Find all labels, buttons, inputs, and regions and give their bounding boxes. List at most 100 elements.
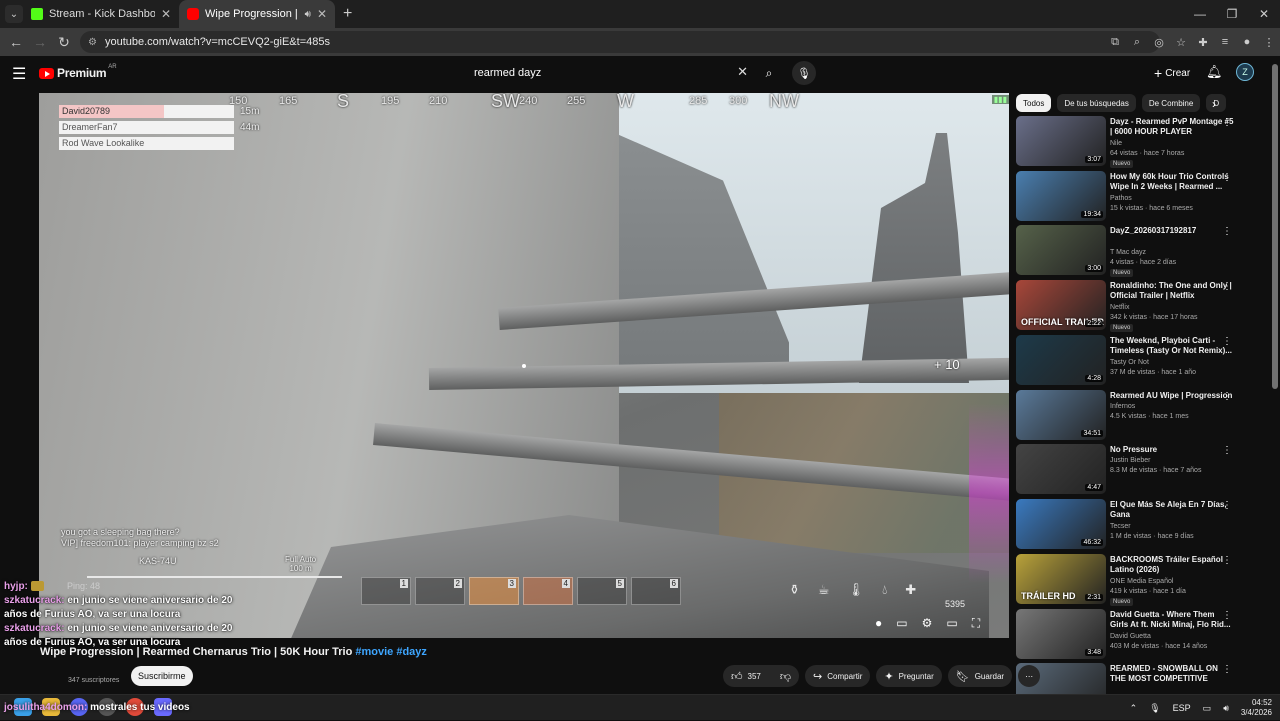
back-icon[interactable]: ← xyxy=(4,34,28,50)
tab-kick-dashboard[interactable]: Stream - Kick Dashboard ✕ xyxy=(23,0,179,28)
tab-youtube-video[interactable]: Wipe Progression | Rearmed 🔊︎ ✕ xyxy=(179,0,335,28)
theater-mode-icon[interactable]: ▭ xyxy=(946,616,957,631)
subscribe-button[interactable]: Suscribirme xyxy=(131,666,193,686)
hashtags[interactable]: #movie #dayz xyxy=(355,646,427,658)
mic-tray-icon[interactable]: 🎙︎ xyxy=(1149,703,1160,714)
like-button[interactable]: 👍︎ 357 👎︎ xyxy=(723,665,800,687)
recommendation-item[interactable]: 4:47 No Pressure Justin Bieber 8.3 M de vis… xyxy=(1016,444,1270,499)
channel-name[interactable]: T Mac dayz xyxy=(1110,249,1146,256)
filter-chip[interactable]: De tus búsquedas xyxy=(1057,94,1136,112)
more-options-icon[interactable]: ⋮ xyxy=(1222,610,1232,621)
share-button[interactable]: ↪ Compartir xyxy=(805,665,871,687)
extensions-icon[interactable]: ✚ xyxy=(1192,36,1214,49)
network-icon[interactable]: ▭ xyxy=(1203,703,1212,714)
settings-gear-icon[interactable]: ⚙ xyxy=(922,616,933,631)
avatar[interactable]: Z xyxy=(1236,63,1254,81)
fps-indicator: ▮▮▮ xyxy=(991,95,1009,104)
video-thumbnail[interactable]: 3:07 xyxy=(1016,116,1106,166)
reading-list-icon[interactable]: ≡ xyxy=(1214,36,1236,48)
create-button[interactable]: + Crear xyxy=(1154,65,1190,81)
more-options-icon[interactable]: ⋮ xyxy=(1222,117,1232,128)
video-thumbnail[interactable]: 34:51 xyxy=(1016,389,1106,440)
channel-name[interactable]: ONE Media Español xyxy=(1110,578,1173,585)
restore-icon[interactable]: ❐ xyxy=(1216,0,1248,28)
more-options-icon[interactable]: ⋮ xyxy=(1222,336,1232,347)
video-player[interactable]: 150 165 S 195 210 SW 240 255 W 285 300 NW ▮▮▮ David… xyxy=(39,93,1009,638)
filter-chip[interactable]: Todos xyxy=(1016,94,1052,112)
tab-search-button[interactable]: ⌄ xyxy=(5,5,23,23)
more-options-icon[interactable]: ⋮ xyxy=(1222,445,1232,456)
forward-icon[interactable]: → xyxy=(28,34,52,50)
reload-icon[interactable]: ↻ xyxy=(52,34,76,51)
more-options-icon[interactable]: ⋮ xyxy=(1222,500,1232,511)
subtitles-icon[interactable]: ▭ xyxy=(896,616,907,631)
recommendation-item[interactable]: OFFICIAL TRAILER 2:22 Ronaldinho: The One … xyxy=(1016,280,1270,335)
ask-button[interactable]: ✦ Preguntar xyxy=(876,665,942,687)
video-thumbnail[interactable]: 3:48 xyxy=(1016,608,1106,659)
site-info-icon[interactable]: ⚙ xyxy=(88,37,97,48)
recommendation-item[interactable]: 4:28 The Weeknd, Playboi Carti - Timeless… xyxy=(1016,334,1270,390)
channel-name[interactable]: Pathos xyxy=(1110,195,1132,202)
search-input[interactable]: rearmed dayz ✕ xyxy=(466,62,756,84)
channel-name[interactable]: Tecser xyxy=(1110,523,1131,530)
menu-icon[interactable]: ☰ xyxy=(12,64,26,84)
speaker-icon[interactable]: 🔊︎ xyxy=(305,9,311,20)
recommendation-item[interactable]: TRÁILER HD 2:31 BACKROOMS Tráiler Español … xyxy=(1016,553,1270,609)
video-thumbnail[interactable]: 4:47 xyxy=(1016,444,1106,495)
recommendation-item[interactable]: 3:00 DayZ_20260317192817 T Mac dayz 4 vista… xyxy=(1016,225,1270,280)
browser-menu-icon[interactable]: ⋮ xyxy=(1258,36,1280,49)
channel-name[interactable]: David Guetta xyxy=(1110,633,1151,640)
install-app-icon[interactable]: ⧉ xyxy=(1104,36,1126,49)
more-options-icon[interactable]: ⋮ xyxy=(1222,281,1232,292)
video-thumbnail[interactable]: 3:00 xyxy=(1016,225,1106,276)
more-options-icon[interactable]: ⋮ xyxy=(1222,172,1232,183)
search-button[interactable]: ⌕ xyxy=(756,62,782,84)
video-thumbnail[interactable]: OFFICIAL TRAILER 2:22 xyxy=(1016,280,1106,331)
recommendation-item[interactable]: 34:51 Rearmed AU Wipe | Progression Infern… xyxy=(1016,389,1270,445)
more-options-icon[interactable]: ⋮ xyxy=(1222,226,1232,237)
channel-name[interactable]: Tasty Or Not xyxy=(1110,359,1149,366)
channel-name[interactable]: Infernos xyxy=(1110,403,1135,410)
close-window-icon[interactable]: ✕ xyxy=(1248,0,1280,28)
recommendation-item[interactable]: 3:48 David Guetta - Where Them Girls At f… xyxy=(1016,608,1270,664)
chevron-right-icon[interactable]: › xyxy=(1212,97,1216,111)
chevron-up-icon[interactable]: ⌃ xyxy=(1130,703,1138,714)
channel-name[interactable]: Netflix xyxy=(1110,304,1129,311)
youtube-premium-logo[interactable]: Premium AR xyxy=(39,64,117,80)
minimize-icon[interactable]: — xyxy=(1184,0,1216,28)
scrollbar[interactable] xyxy=(1272,64,1278,389)
clear-search-icon[interactable]: ✕ xyxy=(737,64,748,80)
autoplay-toggle-icon[interactable]: ● xyxy=(875,616,882,631)
more-options-icon[interactable]: ⋮ xyxy=(1222,555,1232,566)
recommendation-item[interactable]: 19:34 How My 60k Hour Trio Controls Wipe … xyxy=(1016,170,1270,226)
recommendation-item[interactable]: 3:07 Dayz - Rearmed PvP Montage #5 | 6000… xyxy=(1016,116,1270,171)
channel-name[interactable]: Nile xyxy=(1110,140,1122,147)
new-tab-button[interactable]: + xyxy=(343,5,352,23)
clock[interactable]: 04:52 3/4/2026 xyxy=(1241,698,1272,718)
fullscreen-icon[interactable]: ⛶ xyxy=(972,616,980,631)
more-options-icon[interactable]: ⋮ xyxy=(1222,391,1232,402)
close-tab-icon[interactable]: ✕ xyxy=(161,7,171,21)
profile-icon[interactable]: ● xyxy=(1236,36,1258,48)
zoom-icon[interactable]: ⌕ xyxy=(1126,36,1148,49)
dislike-icon[interactable]: 👎︎ xyxy=(780,670,791,683)
video-thumbnail[interactable]: 46:32 xyxy=(1016,499,1106,550)
eye-off-icon[interactable]: ◎ xyxy=(1148,36,1170,49)
more-options-icon[interactable]: ⋮ xyxy=(1222,664,1232,675)
filter-chip[interactable]: De Combine xyxy=(1141,94,1201,112)
notifications-icon[interactable]: 🔔︎ xyxy=(1206,64,1223,80)
bookmark-star-icon[interactable]: ☆ xyxy=(1170,36,1192,49)
more-actions-button[interactable]: ⋯ xyxy=(1018,665,1041,687)
video-thumbnail[interactable]: 19:34 xyxy=(1016,170,1106,221)
recommendation-item[interactable]: 46:32 El Que Más Se Aleja En 7 Días, Gana… xyxy=(1016,499,1270,554)
language-indicator[interactable]: ESP xyxy=(1173,703,1191,713)
close-tab-icon[interactable]: ✕ xyxy=(317,7,327,21)
channel-name[interactable]: Justin Bieber xyxy=(1110,457,1150,464)
url-field[interactable]: ⚙ youtube.com/watch?v=mcCEVQ2-giE&t=485s xyxy=(80,31,1160,53)
video-thumbnail[interactable]: TRÁILER HD 2:31 xyxy=(1016,553,1106,604)
video-thumbnail[interactable]: 4:28 xyxy=(1016,334,1106,385)
filter-chip[interactable]: D xyxy=(1206,94,1227,112)
voice-search-button[interactable]: 🎙︎ xyxy=(792,61,816,85)
save-button[interactable]: 🔖︎ Guardar xyxy=(947,665,1013,687)
volume-icon[interactable]: 🔊︎ xyxy=(1223,703,1229,714)
